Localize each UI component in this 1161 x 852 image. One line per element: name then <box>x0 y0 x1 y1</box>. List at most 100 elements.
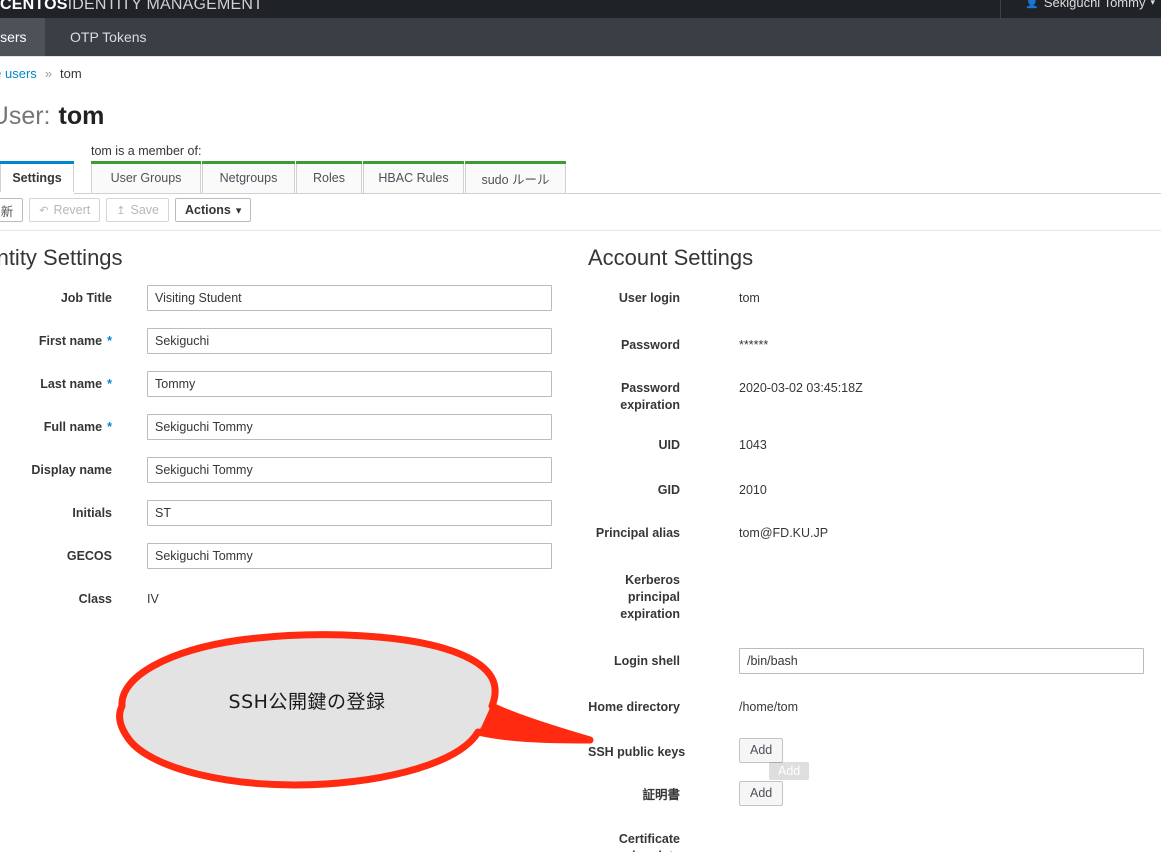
identity-settings-title: Identity Settings <box>0 245 123 270</box>
nav-tab-users[interactable]: Users <box>0 18 45 56</box>
breadcrumb: Active users » tom <box>0 66 82 81</box>
account-settings-panel: Account Settings User login tom Password… <box>588 245 1161 852</box>
breadcrumb-current: tom <box>60 66 82 81</box>
user-login-value: tom <box>739 291 760 305</box>
primary-nav: Users OTP Tokens <box>0 18 1161 56</box>
field-gid-label: GID <box>657 483 680 498</box>
save-button-label: Save <box>130 203 160 217</box>
facet-tab-sudo-rules-label: sudo ルール <box>481 172 550 187</box>
field-kerberos-expiration: Kerberos principal expiration <box>588 567 1161 623</box>
first-name-input[interactable] <box>147 328 552 354</box>
page-title: ✓ User: tom <box>0 102 104 131</box>
field-uid: UID 1043 <box>588 432 1161 454</box>
field-user-login: User login tom <box>588 285 1161 307</box>
nav-tab-otp-tokens[interactable]: OTP Tokens <box>52 18 165 56</box>
last-name-input[interactable] <box>147 371 552 397</box>
user-icon: 👤 <box>1025 0 1039 9</box>
refresh-button-label: 更新 <box>0 204 14 219</box>
field-password: Password ****** <box>588 332 1161 354</box>
facet-tab-user-groups-label: User Groups <box>110 171 182 185</box>
required-marker: * <box>107 377 112 391</box>
gid-value: 2010 <box>739 483 767 498</box>
field-certificate-mapping-data-label: Certificate mapping datai <box>599 831 680 852</box>
chevron-down-icon: ▾ <box>235 204 242 217</box>
nav-underline <box>0 56 1161 57</box>
account-settings-title: Account Settings <box>588 245 754 270</box>
job-title-input[interactable] <box>147 285 552 311</box>
nav-tab-users-label: Users <box>0 29 27 45</box>
field-certificate: 証明書 Add <box>588 780 1161 806</box>
field-initials-label: Initials <box>72 506 112 520</box>
required-marker: * <box>107 334 112 348</box>
identity-settings-panel: Identity Settings Job Title First name* … <box>0 245 566 625</box>
masthead: CENTOSIDENTITY MANAGEMENT 👤 Sekiguchi To… <box>0 0 1161 18</box>
facet-tab-roles[interactable]: Roles <box>296 161 362 194</box>
toolbar-rule <box>0 230 1161 231</box>
home-directory-value: /home/tom <box>739 699 799 714</box>
field-uid-label: UID <box>658 437 680 452</box>
facet-tab-sudo-rules[interactable]: sudo ルール <box>465 161 566 194</box>
field-last-name: Last name * <box>0 371 566 397</box>
breadcrumb-link-active-users[interactable]: Active users <box>0 66 37 81</box>
field-principal-alias-label: Principal alias <box>595 526 680 541</box>
facet-tabs-baseline <box>0 193 1161 194</box>
field-first-name: First name * <box>0 328 566 354</box>
brand: CENTOSIDENTITY MANAGEMENT <box>0 0 263 14</box>
kerberos-expiration-value <box>739 567 1144 572</box>
field-class: Class IV <box>0 586 566 608</box>
facet-tab-netgroups[interactable]: Netgroups <box>202 161 295 194</box>
page-title-prefix: User: <box>0 102 51 130</box>
page-title-value: tom <box>58 102 105 130</box>
field-user-login-label: User login <box>618 291 680 305</box>
field-ssh-public-keys: SSH public keys Add <box>588 737 1161 763</box>
required-marker: * <box>107 420 112 434</box>
field-class-label: Class <box>78 592 112 606</box>
facet-tab-settings[interactable]: Settings <box>0 161 74 194</box>
refresh-button[interactable]: ↻ 更新 <box>0 198 24 222</box>
certificate-mapping-data-value <box>739 826 1144 831</box>
revert-button-label: Revert <box>53 203 91 217</box>
field-gid: GID 2010 <box>588 477 1161 499</box>
certificate-add-button[interactable]: Add <box>739 780 784 806</box>
field-certificate-mapping-data: Certificate mapping datai <box>588 826 1161 852</box>
facet-tab-settings-accent <box>0 161 74 164</box>
brand-light: IDENTITY MANAGEMENT <box>67 0 264 13</box>
facet-tab-sudo-rules-accent <box>465 161 566 164</box>
facet-tab-hbac-rules-label: HBAC Rules <box>378 171 449 185</box>
field-initials: Initials <box>0 500 566 526</box>
save-button[interactable]: ↥ Save <box>106 198 169 222</box>
facet-tab-roles-label: Roles <box>313 171 345 185</box>
memberof-label: tom is a member of: <box>91 144 202 158</box>
field-password-expiration-label: Password expiration <box>620 380 680 412</box>
field-last-name-label: Last name * <box>40 377 112 391</box>
revert-button[interactable]: ↶ Revert <box>29 198 101 222</box>
actions-button[interactable]: Actions ▾ <box>175 198 252 222</box>
ssh-public-keys-add-button[interactable]: Add <box>739 737 784 763</box>
field-kerberos-expiration-label: Kerberos principal expiration <box>620 573 680 621</box>
facet-tab-hbac-rules[interactable]: HBAC Rules <box>363 161 464 194</box>
page-root: CENTOSIDENTITY MANAGEMENT 👤 Sekiguchi To… <box>0 0 1161 852</box>
facet-tab-user-groups-accent <box>91 161 201 164</box>
field-display-name-label: Display name <box>31 463 112 477</box>
annotation-text: SSH公開鍵の登録 <box>228 691 386 713</box>
display-name-input[interactable] <box>147 457 552 483</box>
field-gecos-label: GECOS <box>66 549 112 563</box>
nav-tab-otp-tokens-label: OTP Tokens <box>70 29 147 45</box>
field-job-title: Job Title <box>0 285 566 311</box>
facet-tab-hbac-rules-accent <box>363 161 464 164</box>
password-value: ****** <box>739 337 769 352</box>
field-home-directory: Home directory /home/tom <box>588 694 1161 716</box>
initials-input[interactable] <box>147 500 552 526</box>
facet-tab-settings-label: Settings <box>12 171 62 185</box>
login-shell-input[interactable] <box>739 647 1144 674</box>
facet-tab-netgroups-accent <box>202 161 295 164</box>
field-display-name: Display name <box>0 457 566 483</box>
user-menu[interactable]: 👤 Sekiguchi Tommy ▾ <box>1025 0 1155 10</box>
field-job-title-label: Job Title <box>60 291 112 305</box>
breadcrumb-separator-icon: » <box>44 66 53 81</box>
masthead-divider <box>1000 0 1001 18</box>
uid-value: 1043 <box>739 437 767 452</box>
full-name-input[interactable] <box>147 414 552 440</box>
gecos-input[interactable] <box>147 543 552 569</box>
facet-tab-user-groups[interactable]: User Groups <box>91 161 201 194</box>
